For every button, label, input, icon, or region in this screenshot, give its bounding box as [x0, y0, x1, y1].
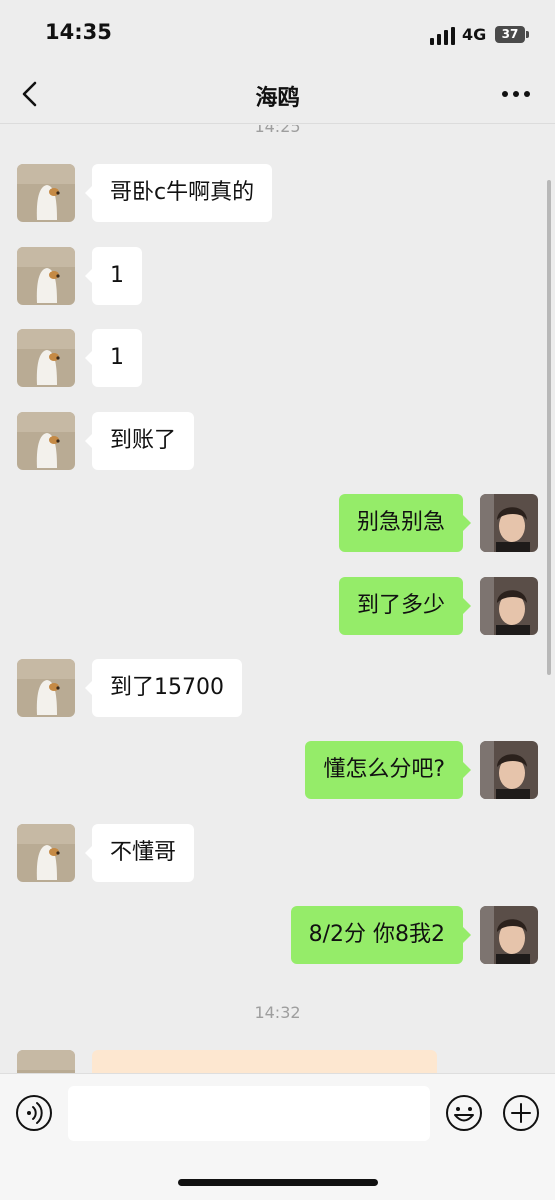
- scrollbar[interactable]: [547, 180, 551, 675]
- battery-level: 37: [501, 27, 519, 41]
- message-bubble-outgoing[interactable]: 懂怎么分吧?: [305, 741, 463, 799]
- message-input[interactable]: [68, 1086, 430, 1141]
- message-bubble-outgoing[interactable]: 到了多少: [338, 577, 463, 635]
- status-bar: 14:35 4G 37: [0, 0, 555, 64]
- home-indicator[interactable]: [178, 1179, 378, 1186]
- message-bubble-incoming[interactable]: 不懂哥: [92, 824, 195, 882]
- my-avatar[interactable]: [480, 494, 538, 552]
- boy-portrait-avatar-image: [480, 577, 538, 635]
- contact-avatar[interactable]: [17, 659, 75, 717]
- ghost-dog-avatar-image: [17, 247, 75, 305]
- plus-icon[interactable]: [502, 1094, 540, 1132]
- chat-header: 海鸥: [0, 64, 555, 124]
- timestamp: 14:25: [254, 125, 301, 136]
- bubble-tail: [463, 598, 471, 614]
- status-time: 14:35: [45, 20, 112, 44]
- ghost-dog-avatar-image: [17, 164, 75, 222]
- ghost-dog-avatar-image: [17, 659, 75, 717]
- message-bubble-outgoing[interactable]: 别急别急: [338, 494, 463, 552]
- battery-icon: 37: [495, 26, 525, 43]
- bubble-tail: [463, 515, 471, 531]
- message-bubble-incoming[interactable]: 到账了: [92, 412, 195, 470]
- battery-cap: [526, 31, 529, 38]
- bubble-tail: [463, 927, 471, 943]
- contact-avatar[interactable]: [17, 412, 75, 470]
- message-list[interactable]: 14:25 哥卧c牛啊真的 1 1 到账了 别急别急 到了多少 到了15700 …: [0, 125, 555, 1073]
- transfer-card-partial[interactable]: [92, 1050, 437, 1073]
- message-bubble-incoming[interactable]: 哥卧c牛啊真的: [92, 164, 273, 222]
- contact-avatar[interactable]: [17, 247, 75, 305]
- cellular-signal-icon: [430, 27, 455, 45]
- boy-portrait-avatar-image: [480, 906, 538, 964]
- contact-avatar[interactable]: [17, 164, 75, 222]
- ghost-dog-avatar-image: [17, 412, 75, 470]
- message-bubble-outgoing[interactable]: 8/2分 你8我2: [290, 906, 463, 964]
- emoji-icon[interactable]: [445, 1094, 483, 1132]
- ghost-dog-avatar-image: [17, 1050, 75, 1073]
- message-bubble-incoming[interactable]: 1: [92, 329, 142, 387]
- my-avatar[interactable]: [480, 577, 538, 635]
- contact-avatar[interactable]: [17, 329, 75, 387]
- more-icon[interactable]: [500, 84, 532, 104]
- my-avatar[interactable]: [480, 906, 538, 964]
- contact-avatar[interactable]: [17, 1050, 75, 1073]
- bubble-tail: [463, 762, 471, 778]
- message-bubble-incoming[interactable]: 到了15700: [92, 659, 242, 717]
- contact-avatar[interactable]: [17, 824, 75, 882]
- boy-portrait-avatar-image: [480, 741, 538, 799]
- boy-portrait-avatar-image: [480, 494, 538, 552]
- ghost-dog-avatar-image: [17, 824, 75, 882]
- my-avatar[interactable]: [480, 741, 538, 799]
- chat-title: 海鸥: [255, 86, 300, 111]
- timestamp: 14:32: [254, 1003, 301, 1022]
- ghost-dog-avatar-image: [17, 329, 75, 387]
- network-type: 4G: [462, 25, 487, 44]
- voice-icon[interactable]: [15, 1094, 53, 1132]
- message-bubble-incoming[interactable]: 1: [92, 247, 142, 305]
